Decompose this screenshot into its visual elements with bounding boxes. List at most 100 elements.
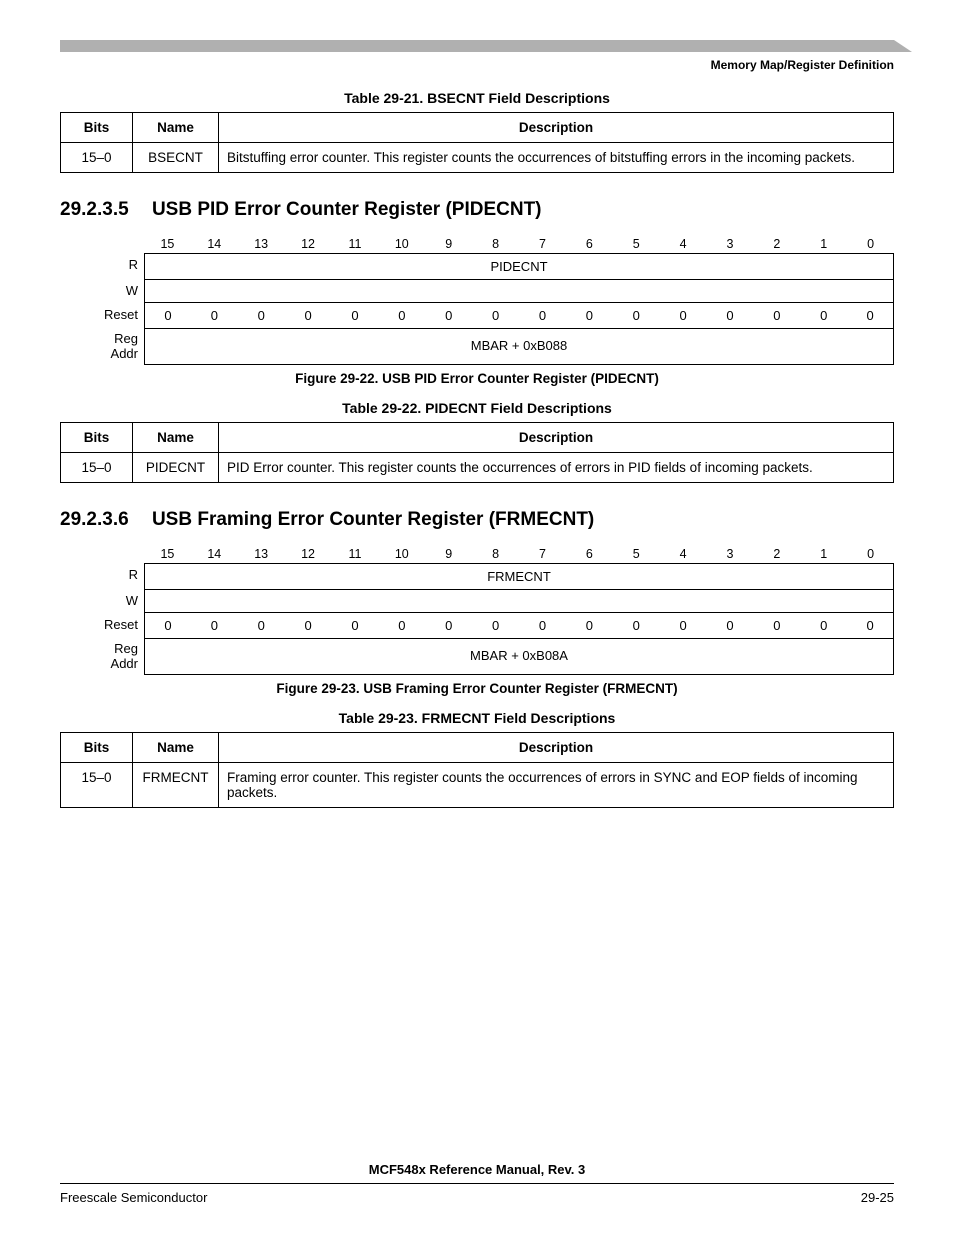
register-addr-row: RegAddr MBAR + 0xB088 bbox=[86, 329, 894, 365]
cell-desc: Bitstuffing error counter. This register… bbox=[219, 143, 894, 173]
register-write-row: W bbox=[86, 589, 894, 612]
bitnum: 7 bbox=[519, 545, 566, 563]
register-field: PIDECNT bbox=[144, 253, 894, 279]
register-diagram-frmecnt: 15 14 13 12 11 10 9 8 7 6 5 4 3 2 1 0 R … bbox=[86, 545, 894, 675]
reset-label: Reset bbox=[86, 612, 144, 639]
reset-val: 0 bbox=[753, 302, 800, 329]
bitnum: 1 bbox=[800, 545, 847, 563]
reset-val: 0 bbox=[519, 612, 566, 639]
table-header-row: Bits Name Description bbox=[61, 422, 894, 452]
reset-val: 0 bbox=[144, 612, 191, 639]
footer-left: Freescale Semiconductor bbox=[60, 1190, 207, 1205]
bitnum: 12 bbox=[285, 545, 332, 563]
register-field-w bbox=[144, 589, 894, 612]
section-heading: 29.2.3.6 USB Framing Error Counter Regis… bbox=[60, 509, 894, 531]
bitnum: 11 bbox=[332, 235, 379, 253]
table-bsecnt-fields: Bits Name Description 15–0 BSECNT Bitstu… bbox=[60, 112, 894, 173]
table-row: 15–0 PIDECNT PID Error counter. This reg… bbox=[61, 452, 894, 482]
reset-val: 0 bbox=[472, 302, 519, 329]
register-reset-row: Reset 0 0 0 0 0 0 0 0 0 0 0 0 0 0 0 0 bbox=[86, 302, 894, 329]
col-name: Name bbox=[133, 732, 219, 762]
write-label: W bbox=[86, 279, 144, 302]
col-desc: Description bbox=[219, 422, 894, 452]
register-read-row: R FRMECNT bbox=[86, 563, 894, 589]
reset-val: 0 bbox=[238, 302, 285, 329]
reset-val: 0 bbox=[285, 612, 332, 639]
reset-val: 0 bbox=[519, 302, 566, 329]
col-bits: Bits bbox=[61, 732, 133, 762]
addr-value: MBAR + 0xB08A bbox=[144, 639, 894, 675]
bitnum: 5 bbox=[613, 235, 660, 253]
reset-val: 0 bbox=[707, 302, 754, 329]
col-bits: Bits bbox=[61, 422, 133, 452]
decorative-top-bar bbox=[60, 40, 894, 52]
col-name: Name bbox=[133, 422, 219, 452]
bitnum-spacer bbox=[86, 545, 144, 563]
reset-val: 0 bbox=[378, 612, 425, 639]
cell-name: FRMECNT bbox=[133, 762, 219, 807]
reset-val: 0 bbox=[472, 612, 519, 639]
bitnum: 13 bbox=[238, 545, 285, 563]
reset-val: 0 bbox=[191, 612, 238, 639]
cell-name: BSECNT bbox=[133, 143, 219, 173]
bit-number-row: 15 14 13 12 11 10 9 8 7 6 5 4 3 2 1 0 bbox=[86, 545, 894, 563]
reset-val: 0 bbox=[238, 612, 285, 639]
register-field-w bbox=[144, 279, 894, 302]
col-desc: Description bbox=[219, 113, 894, 143]
write-label: W bbox=[86, 589, 144, 612]
read-label: R bbox=[86, 253, 144, 279]
register-reset-row: Reset 0 0 0 0 0 0 0 0 0 0 0 0 0 0 0 0 bbox=[86, 612, 894, 639]
bitnum: 2 bbox=[753, 545, 800, 563]
reset-val: 0 bbox=[800, 612, 847, 639]
reset-val: 0 bbox=[332, 612, 379, 639]
reset-val: 0 bbox=[753, 612, 800, 639]
cell-desc: Framing error counter. This register cou… bbox=[219, 762, 894, 807]
bitnum: 10 bbox=[378, 235, 425, 253]
bitnum: 11 bbox=[332, 545, 379, 563]
section-number: 29.2.3.5 bbox=[60, 199, 129, 221]
bitnum: 2 bbox=[753, 235, 800, 253]
bitnum: 3 bbox=[707, 545, 754, 563]
reset-val: 0 bbox=[566, 612, 613, 639]
reset-val: 0 bbox=[847, 612, 894, 639]
figure-caption: Figure 29-23. USB Framing Error Counter … bbox=[60, 681, 894, 696]
section-heading: 29.2.3.5 USB PID Error Counter Register … bbox=[60, 199, 894, 221]
bitnum: 7 bbox=[519, 235, 566, 253]
table-caption: Table 29-22. PIDECNT Field Descriptions bbox=[60, 400, 894, 416]
addr-value: MBAR + 0xB088 bbox=[144, 329, 894, 365]
figure-caption: Figure 29-22. USB PID Error Counter Regi… bbox=[60, 371, 894, 386]
table-frmecnt-fields: Bits Name Description 15–0 FRMECNT Frami… bbox=[60, 732, 894, 808]
footer-line: Freescale Semiconductor 29-25 bbox=[60, 1183, 894, 1205]
cell-bits: 15–0 bbox=[61, 452, 133, 482]
reset-val: 0 bbox=[191, 302, 238, 329]
bitnum: 3 bbox=[707, 235, 754, 253]
page: Memory Map/Register Definition Table 29-… bbox=[0, 0, 954, 1235]
bitnum: 8 bbox=[472, 545, 519, 563]
addr-label: RegAddr bbox=[86, 329, 144, 365]
bitnum: 0 bbox=[847, 235, 894, 253]
bitnum: 9 bbox=[425, 235, 472, 253]
bitnum: 14 bbox=[191, 545, 238, 563]
bitnum: 1 bbox=[800, 235, 847, 253]
reset-val: 0 bbox=[707, 612, 754, 639]
cell-bits: 15–0 bbox=[61, 762, 133, 807]
cell-desc: PID Error counter. This register counts … bbox=[219, 452, 894, 482]
section-number: 29.2.3.6 bbox=[60, 509, 129, 531]
reset-val: 0 bbox=[660, 612, 707, 639]
section-title: USB PID Error Counter Register (PIDECNT) bbox=[152, 199, 542, 220]
cell-name: PIDECNT bbox=[133, 452, 219, 482]
running-header: Memory Map/Register Definition bbox=[60, 58, 894, 72]
reset-val: 0 bbox=[332, 302, 379, 329]
bit-number-row: 15 14 13 12 11 10 9 8 7 6 5 4 3 2 1 0 bbox=[86, 235, 894, 253]
reset-val: 0 bbox=[566, 302, 613, 329]
reset-val: 0 bbox=[613, 612, 660, 639]
table-row: 15–0 BSECNT Bitstuffing error counter. T… bbox=[61, 143, 894, 173]
col-bits: Bits bbox=[61, 113, 133, 143]
reset-val: 0 bbox=[378, 302, 425, 329]
col-desc: Description bbox=[219, 732, 894, 762]
bitnum: 5 bbox=[613, 545, 660, 563]
bitnum: 12 bbox=[285, 235, 332, 253]
footer-right: 29-25 bbox=[861, 1190, 894, 1205]
bitnum: 6 bbox=[566, 545, 613, 563]
reset-val: 0 bbox=[800, 302, 847, 329]
